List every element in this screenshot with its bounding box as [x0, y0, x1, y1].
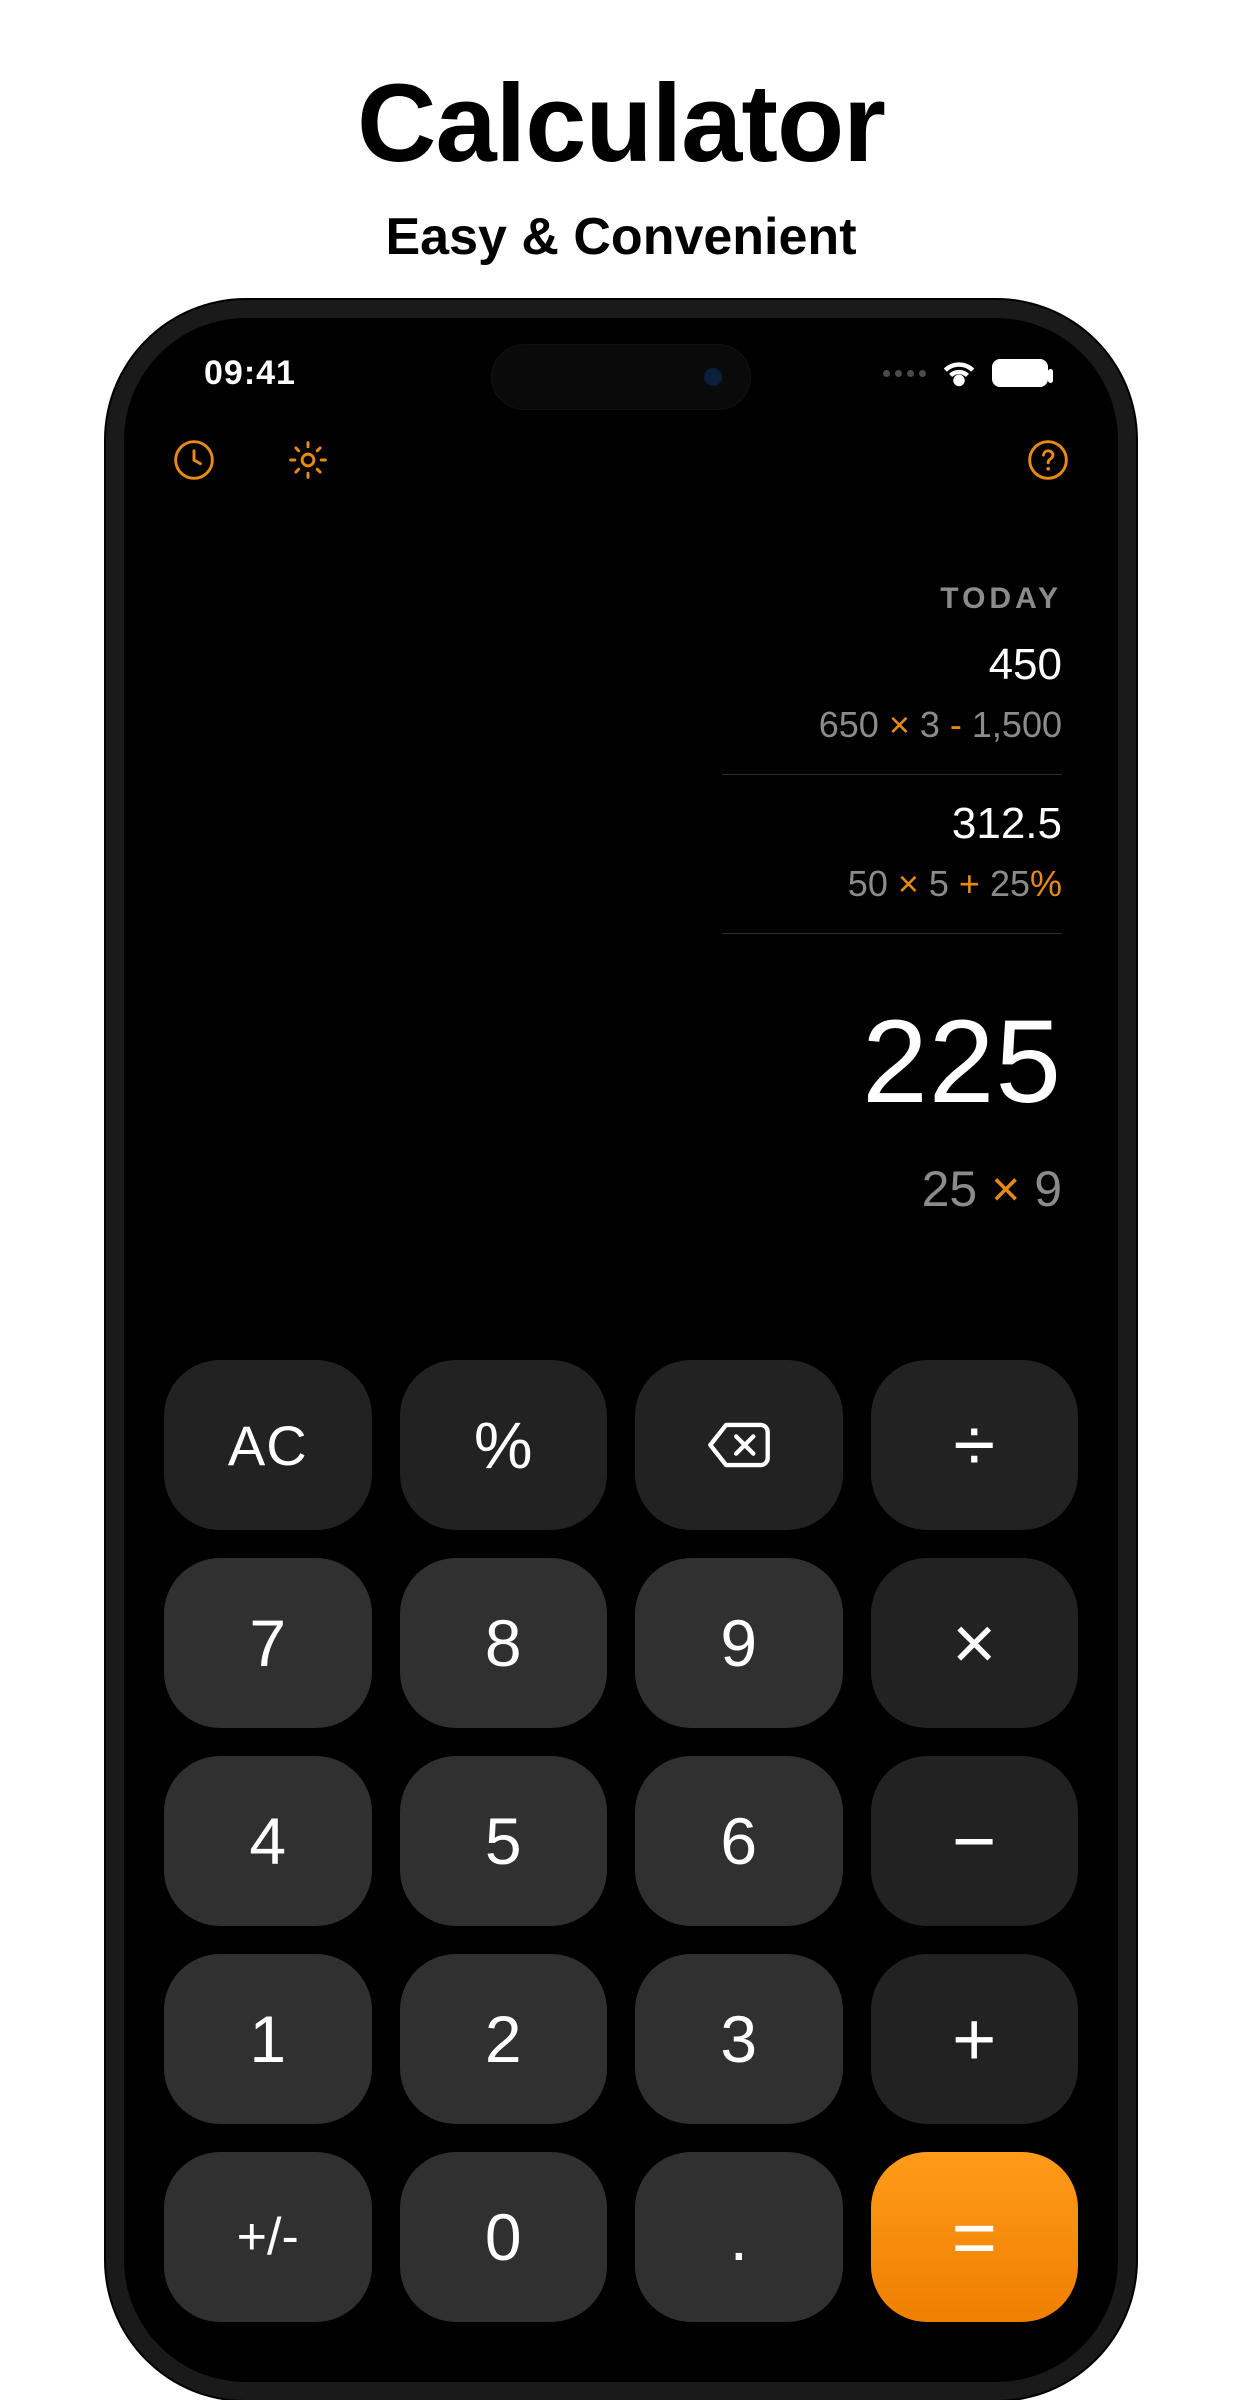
- display-area: TODAY 450 650 × 3 - 1,500 312.5 50 × 5 +…: [124, 482, 1118, 1314]
- current-expression: 25 × 9: [922, 1160, 1062, 1218]
- backspace-icon: [706, 1420, 772, 1470]
- top-toolbar: [124, 428, 1118, 482]
- key-3[interactable]: 3: [635, 1954, 843, 2124]
- key-decimal[interactable]: .: [635, 2152, 843, 2322]
- keypad: AC % ÷ 7 8 9 × 4 5 6 − 1 2 3 +: [124, 1314, 1118, 2382]
- history-expression: 50 × 5 + 25%: [722, 863, 1062, 905]
- key-equals[interactable]: =: [871, 2152, 1079, 2322]
- key-backspace[interactable]: [635, 1360, 843, 1530]
- history-entry[interactable]: 450 650 × 3 - 1,500: [722, 616, 1062, 775]
- key-8[interactable]: 8: [400, 1558, 608, 1728]
- history-icon[interactable]: [172, 438, 216, 482]
- status-time: 09:41: [204, 354, 296, 393]
- key-1[interactable]: 1: [164, 1954, 372, 2124]
- key-6[interactable]: 6: [635, 1756, 843, 1926]
- key-sign[interactable]: +/-: [164, 2152, 372, 2322]
- history-result: 312.5: [722, 799, 1062, 849]
- history-date-label: TODAY: [940, 582, 1062, 616]
- key-5[interactable]: 5: [400, 1756, 608, 1926]
- key-divide[interactable]: ÷: [871, 1360, 1079, 1530]
- history-expression: 650 × 3 - 1,500: [722, 704, 1062, 746]
- dynamic-island: [491, 344, 751, 410]
- key-2[interactable]: 2: [400, 1954, 608, 2124]
- key-9[interactable]: 9: [635, 1558, 843, 1728]
- cellular-icon: [883, 370, 926, 377]
- status-indicators: [883, 359, 1048, 387]
- key-7[interactable]: 7: [164, 1558, 372, 1728]
- history-entry[interactable]: 312.5 50 × 5 + 25%: [722, 775, 1062, 934]
- settings-icon[interactable]: [286, 438, 330, 482]
- promo-subtitle: Easy & Convenient: [0, 207, 1242, 267]
- battery-icon: [992, 359, 1048, 387]
- key-minus[interactable]: −: [871, 1756, 1079, 1926]
- screen: 09:41: [124, 318, 1118, 2382]
- key-all-clear[interactable]: AC: [164, 1360, 372, 1530]
- key-multiply[interactable]: ×: [871, 1558, 1079, 1728]
- help-icon[interactable]: [1026, 438, 1070, 482]
- status-bar: 09:41: [124, 318, 1118, 428]
- wifi-icon: [940, 359, 978, 387]
- key-plus[interactable]: +: [871, 1954, 1079, 2124]
- key-percent[interactable]: %: [400, 1360, 608, 1530]
- promo-title: Calculator: [0, 60, 1242, 187]
- history-result: 450: [722, 640, 1062, 690]
- promo-header: Calculator Easy & Convenient: [0, 0, 1242, 267]
- key-4[interactable]: 4: [164, 1756, 372, 1926]
- key-0[interactable]: 0: [400, 2152, 608, 2322]
- phone-frame: 09:41: [106, 300, 1136, 2400]
- current-result: 225: [862, 994, 1062, 1130]
